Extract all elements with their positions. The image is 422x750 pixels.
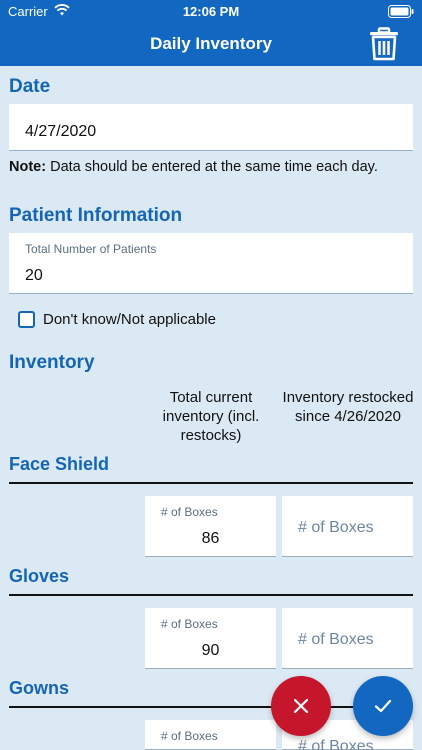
gowns-current-label: # of Boxes — [161, 729, 218, 743]
nav-bar: Daily Inventory — [0, 24, 422, 66]
gloves-current-input[interactable]: # of Boxes 90 — [145, 608, 276, 669]
clock: 12:06 PM — [182, 4, 240, 19]
gloves-current-label: # of Boxes — [161, 617, 218, 631]
face-shield-current-input[interactable]: # of Boxes 86 — [145, 496, 276, 557]
total-patients-label: Total Number of Patients — [25, 242, 157, 256]
date-value: 4/27/2020 — [25, 123, 97, 140]
status-bar: Carrier 12:06 PM — [0, 0, 422, 24]
divider — [9, 594, 413, 596]
cancel-button[interactable] — [271, 676, 331, 736]
unknown-checkbox-label: Don't know/Not applicable — [43, 311, 216, 328]
total-patients-field[interactable]: Total Number of Patients 20 — [9, 233, 413, 294]
column-header-restocked: Inventory restocked since 4/26/2020 — [282, 389, 414, 425]
gowns-restocked-placeholder: # of Boxes — [298, 738, 374, 750]
divider — [9, 482, 413, 484]
patient-section-title: Patient Information — [9, 205, 183, 226]
note-prefix: Note: — [9, 159, 47, 175]
page-title: Daily Inventory — [150, 34, 272, 53]
gloves-current-value: 90 — [201, 642, 220, 659]
date-field[interactable]: 4/27/2020 — [9, 104, 413, 151]
column-header-current: Total current inventory (incl. restocks) — [162, 389, 260, 444]
item-title-face-shield: Face Shield — [9, 454, 110, 474]
face-shield-restocked-placeholder: # of Boxes — [298, 519, 374, 536]
battery-icon — [388, 5, 414, 18]
item-title-gowns: Gowns — [9, 678, 70, 698]
save-button[interactable] — [353, 676, 413, 736]
unknown-checkbox[interactable] — [18, 311, 35, 328]
note-body: Data should be entered at the same time … — [46, 159, 378, 175]
item-title-gloves: Gloves — [9, 566, 70, 586]
close-icon — [293, 698, 309, 714]
inventory-section-title: Inventory — [9, 352, 95, 373]
gloves-restocked-input[interactable]: # of Boxes — [282, 608, 413, 669]
gowns-current-input[interactable]: # of Boxes — [145, 720, 276, 750]
trash-icon[interactable] — [368, 27, 400, 61]
note-text: Note: Data should be entered at the same… — [9, 158, 379, 177]
face-shield-current-label: # of Boxes — [161, 505, 218, 519]
face-shield-restocked-input[interactable]: # of Boxes — [282, 496, 413, 557]
gloves-restocked-placeholder: # of Boxes — [298, 631, 374, 648]
face-shield-current-value: 86 — [201, 530, 220, 547]
date-section-title: Date — [9, 76, 51, 97]
checkmark-icon — [374, 699, 392, 713]
total-patients-value: 20 — [25, 267, 43, 284]
